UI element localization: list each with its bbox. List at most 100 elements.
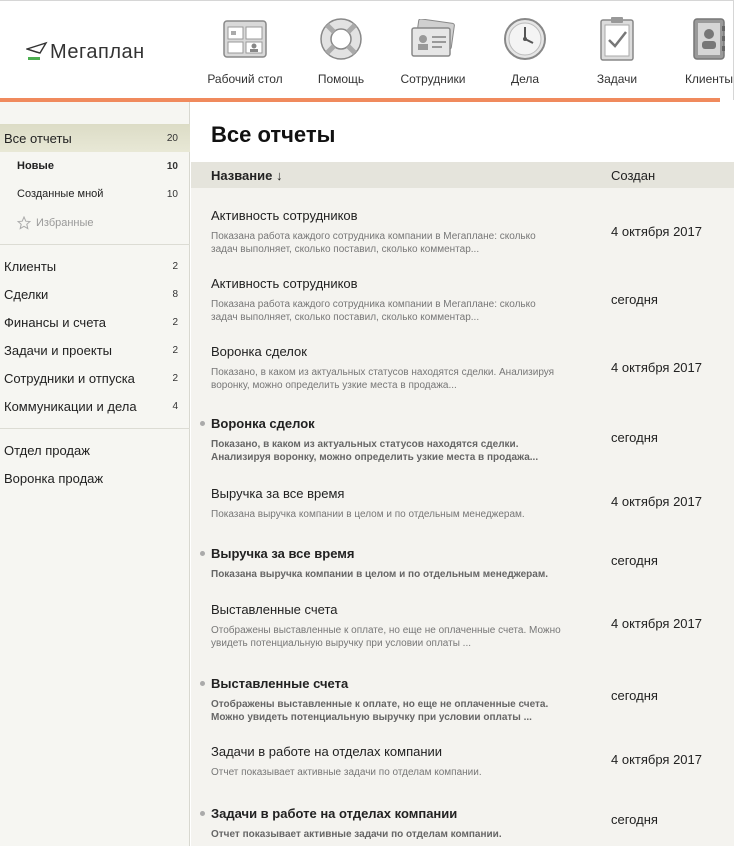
report-description-line: Отчет показывает активные задачи по отде… xyxy=(211,829,502,840)
report-description-line: Отображены выставленные к оплате, но еще… xyxy=(211,625,561,636)
table-row[interactable]: Активность сотрудников Показана работа к… xyxy=(191,272,734,334)
report-description-line: задач выполняет, сколько поставил, сколь… xyxy=(211,244,480,255)
report-title[interactable]: Активность сотрудников xyxy=(211,208,358,223)
sidebar-item-label: Клиенты xyxy=(4,258,57,274)
sidebar-item-deals[interactable]: Сделки 8 xyxy=(0,280,190,308)
report-created-date: 4 октября 2017 xyxy=(611,752,702,767)
report-created-date: сегодня xyxy=(611,812,658,827)
logo-mark-icon xyxy=(26,41,48,60)
nav-label: Клиенты xyxy=(684,72,734,86)
table-row[interactable]: Выручка за все время Показана выручка ко… xyxy=(191,543,734,593)
sidebar-item-label: Финансы и счета xyxy=(4,314,107,330)
report-description: Показана выручка компании в целом и по о… xyxy=(211,568,581,581)
main-nav: Рабочий стол Помощь Сотрудники Дела Зада… xyxy=(195,15,734,86)
report-description: Отчет показывает активные задачи по отде… xyxy=(211,766,581,779)
report-title[interactable]: Воронка сделок xyxy=(211,416,315,431)
sidebar-item-all-reports[interactable]: Все отчеты 20 xyxy=(0,124,190,152)
report-description-line: Отображены выставленные к оплате, но еще… xyxy=(211,699,549,710)
report-title[interactable]: Выставленные счета xyxy=(211,602,337,617)
nav-label: Дела xyxy=(510,72,540,86)
sidebar-item-count: 8 xyxy=(172,288,178,300)
megaplan-logo[interactable]: Мегаплан xyxy=(26,37,161,67)
sidebar-item-count: 4 xyxy=(172,400,178,412)
sidebar-item-finance[interactable]: Финансы и счета 2 xyxy=(0,308,190,336)
table-row[interactable]: Задачи в работе на отделах компании Отче… xyxy=(191,803,734,846)
nav-employees[interactable]: Сотрудники xyxy=(387,15,479,86)
table-row[interactable]: Воронка сделок Показано, в каком из акту… xyxy=(191,340,734,402)
report-title[interactable]: Задачи в работе на отделах компании xyxy=(211,744,442,759)
report-description-line: Показана выручка компании в целом и по о… xyxy=(211,509,525,520)
report-title[interactable]: Выручка за все время xyxy=(211,486,344,501)
title-area: Все отчеты xyxy=(191,102,734,162)
sidebar-item-count: 10 xyxy=(166,188,178,200)
star-icon xyxy=(17,216,31,230)
report-description: Показана работа каждого сотрудника компа… xyxy=(211,298,581,324)
sidebar-item-sales-dept[interactable]: Отдел продаж xyxy=(0,436,190,464)
report-title[interactable]: Воронка сделок xyxy=(211,344,307,359)
report-description: Показано, в каком из актуальных статусов… xyxy=(211,438,581,464)
nav-clients[interactable]: Клиенты xyxy=(663,15,734,86)
sidebar-item-label: Сотрудники и отпуска xyxy=(4,370,135,386)
report-description: Отображены выставленные к оплате, но еще… xyxy=(211,624,581,650)
report-title[interactable]: Выставленные счета xyxy=(211,676,348,691)
employees-icon xyxy=(409,15,457,63)
nav-help[interactable]: Помощь xyxy=(295,15,387,86)
report-description-line: Показана работа каждого сотрудника компа… xyxy=(211,231,536,242)
sidebar-item-label: Коммуникации и дела xyxy=(4,398,137,414)
column-header-created[interactable]: Создан xyxy=(611,168,655,183)
sidebar-item-label: Воронка продаж xyxy=(4,470,104,486)
report-description-line: Показана работа каждого сотрудника компа… xyxy=(211,299,536,310)
sidebar-item-count: 2 xyxy=(172,344,178,356)
sidebar-item-created-by-me[interactable]: Созданные мной 10 xyxy=(0,180,190,208)
report-created-date: 4 октября 2017 xyxy=(611,616,702,631)
table-row[interactable]: Воронка сделок Показано, в каком из акту… xyxy=(191,412,734,474)
sidebar-item-clients[interactable]: Клиенты 2 xyxy=(0,252,190,280)
sidebar-item-communications[interactable]: Коммуникации и дела 4 xyxy=(0,392,190,420)
sidebar-item-tasks-projects[interactable]: Задачи и проекты 2 xyxy=(0,336,190,364)
sidebar-item-favorites[interactable]: Избранные xyxy=(0,209,190,237)
table-row[interactable]: Выставленные счета Отображены выставленн… xyxy=(191,673,734,735)
clipboard-icon xyxy=(593,15,641,63)
report-title[interactable]: Выручка за все время xyxy=(211,546,354,561)
table-header: Название ↓ Создан xyxy=(191,162,734,188)
sidebar-item-new[interactable]: Новые 10 xyxy=(0,152,190,180)
report-description: Показано, в каком из актуальных статусов… xyxy=(211,366,581,392)
report-description-line: Отчет показывает активные задачи по отде… xyxy=(211,767,482,778)
sidebar-item-count: 10 xyxy=(166,160,178,172)
sidebar-divider xyxy=(0,428,190,429)
table-row[interactable]: Задачи в работе на отделах компании Отче… xyxy=(191,742,734,792)
sidebar-item-label: Задачи и проекты xyxy=(4,342,112,358)
new-indicator-dot xyxy=(200,551,205,556)
report-description-line: Показано, в каком из актуальных статусов… xyxy=(211,439,519,450)
clock-icon xyxy=(501,15,549,63)
nav-desktop[interactable]: Рабочий стол xyxy=(195,15,295,86)
sidebar-item-label: Отдел продаж xyxy=(4,442,90,458)
report-description: Отчет показывает активные задачи по отде… xyxy=(211,828,581,841)
top-header: Мегаплан Рабочий стол Помощь Сотрудники … xyxy=(0,0,734,100)
sidebar-item-label: Избранные xyxy=(36,217,94,229)
nav-tasks-affairs[interactable]: Дела xyxy=(479,15,571,86)
report-description-line: Показана выручка компании в целом и по о… xyxy=(211,569,549,580)
nav-label: Рабочий стол xyxy=(207,72,283,86)
report-title[interactable]: Задачи в работе на отделах компании xyxy=(211,806,457,821)
desktop-icon xyxy=(221,15,269,63)
report-created-date: сегодня xyxy=(611,688,658,703)
sidebar-item-employees-vacations[interactable]: Сотрудники и отпуска 2 xyxy=(0,364,190,392)
table-row[interactable]: Выручка за все время Показана выручка ко… xyxy=(191,482,734,532)
report-description-line: воронку, можно определить узкие места в … xyxy=(211,380,457,391)
nav-label: Сотрудники xyxy=(400,72,466,86)
contacts-book-icon xyxy=(685,15,733,63)
column-header-name[interactable]: Название ↓ xyxy=(211,168,282,183)
sidebar-item-sales-funnel[interactable]: Воронка продаж xyxy=(0,464,190,492)
nav-tasks[interactable]: Задачи xyxy=(571,15,663,86)
table-row[interactable]: Активность сотрудников Показана работа к… xyxy=(191,204,734,266)
report-title[interactable]: Активность сотрудников xyxy=(211,276,358,291)
report-created-date: 4 октября 2017 xyxy=(611,360,702,375)
report-created-date: 4 октября 2017 xyxy=(611,224,702,239)
nav-label: Помощь xyxy=(317,72,365,86)
report-description-line: Показано, в каком из актуальных статусов… xyxy=(211,367,555,378)
new-indicator-dot xyxy=(200,421,205,426)
lifebuoy-icon xyxy=(317,15,365,63)
table-row[interactable]: Выставленные счета Отображены выставленн… xyxy=(191,598,734,660)
logo-text: Мегаплан xyxy=(50,40,145,63)
